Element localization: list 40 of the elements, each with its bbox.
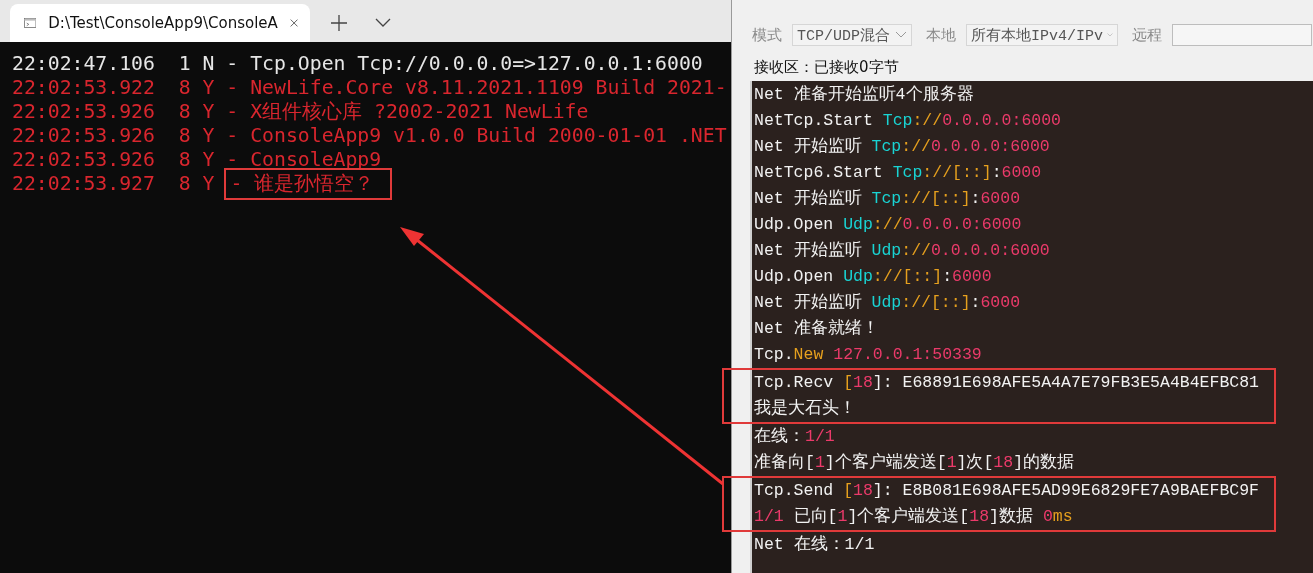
log-line: Tcp.New 127.0.0.1:50339: [754, 344, 983, 366]
field-label: 模式: [752, 25, 782, 45]
chevron-icon: [895, 31, 907, 39]
console-line: 22:02:53.922 8 Y - NewLife.Core v8.11.2021.1109 Build 2021-: [12, 76, 727, 99]
terminal-tab[interactable]: D:\Test\ConsoleApp9\ConsoleA: [10, 4, 310, 42]
console-line: 22:02:53.926 8 Y - ConsoleApp9 v1.0.0 Build 2000-01-01 .NET: [12, 124, 727, 147]
console-line: 22:02:53.927 8 Y: [12, 172, 216, 195]
log-line: Tcp.Recv [18]: E68891E698AFE5A4A7E79FB3E5A4B4EFBC81: [754, 372, 1260, 394]
log-line: 我是大石头！: [754, 398, 857, 420]
log-line: 在线：1/1: [754, 426, 836, 448]
console-line: 22:02:53.926 8 Y - X组件核心库 ?2002-2021 NewLife: [12, 100, 589, 123]
plus-icon: [330, 14, 348, 32]
log-line: Net 在线：1/1: [754, 534, 876, 556]
log-line: Net 准备开始监听4个服务器: [754, 84, 975, 106]
chevron-icon: [1107, 31, 1113, 39]
log-line: Net 开始监听 Udp://[::]:6000: [754, 292, 1022, 314]
input-field[interactable]: [1172, 24, 1312, 46]
log-line: Tcp.Send [18]: E8B081E698AFE5AD99E6829FE7A9BAEFBC9F: [754, 480, 1260, 502]
select-field[interactable]: 所有本地IPv4/IPv: [966, 24, 1118, 46]
console-line: 22:02:47.106 1 N - Tcp.Open Tcp://0.0.0.0=>127.0.0.1:6000: [12, 52, 703, 75]
log-line: Udp.Open Udp://0.0.0.0:6000: [754, 214, 1023, 236]
field-label: 远程: [1132, 25, 1162, 45]
console-line: 22:02:53.926 8 Y - ConsoleApp9: [12, 148, 382, 171]
log-line: Net 准备就绪！: [754, 318, 880, 340]
console-icon: [24, 16, 37, 30]
highlighted-text: - 谁是孙悟空？: [226, 170, 391, 198]
tab-title: D:\Test\ConsoleApp9\ConsoleA: [48, 14, 278, 32]
log-line: Net 开始监听 Tcp://[::]:6000: [754, 188, 1022, 210]
log-line: Net 开始监听 Udp://0.0.0.0:6000: [754, 240, 1051, 262]
log-line: 1/1 已向[1]个客户端发送[18]数据 0ms: [754, 505, 1074, 528]
close-icon[interactable]: [289, 17, 298, 29]
log-line: Net 开始监听 Tcp://0.0.0.0:6000: [754, 136, 1051, 158]
log-line: 准备向[1]个客户端发送[1]次[18]的数据: [754, 451, 1076, 474]
chevron-icon: [375, 18, 391, 28]
group-title: 接收区：已接收0字节: [753, 58, 900, 77]
log-line: NetTcp.Start Tcp://0.0.0.0:6000: [754, 110, 1062, 132]
log-line: NetTcp6.Start Tcp://[::]:6000: [754, 162, 1043, 184]
field-label: 本地: [926, 25, 956, 45]
select-field[interactable]: TCP/UDP混合: [792, 24, 912, 46]
log-line: Udp.Open Udp://[::]:6000: [754, 266, 993, 288]
